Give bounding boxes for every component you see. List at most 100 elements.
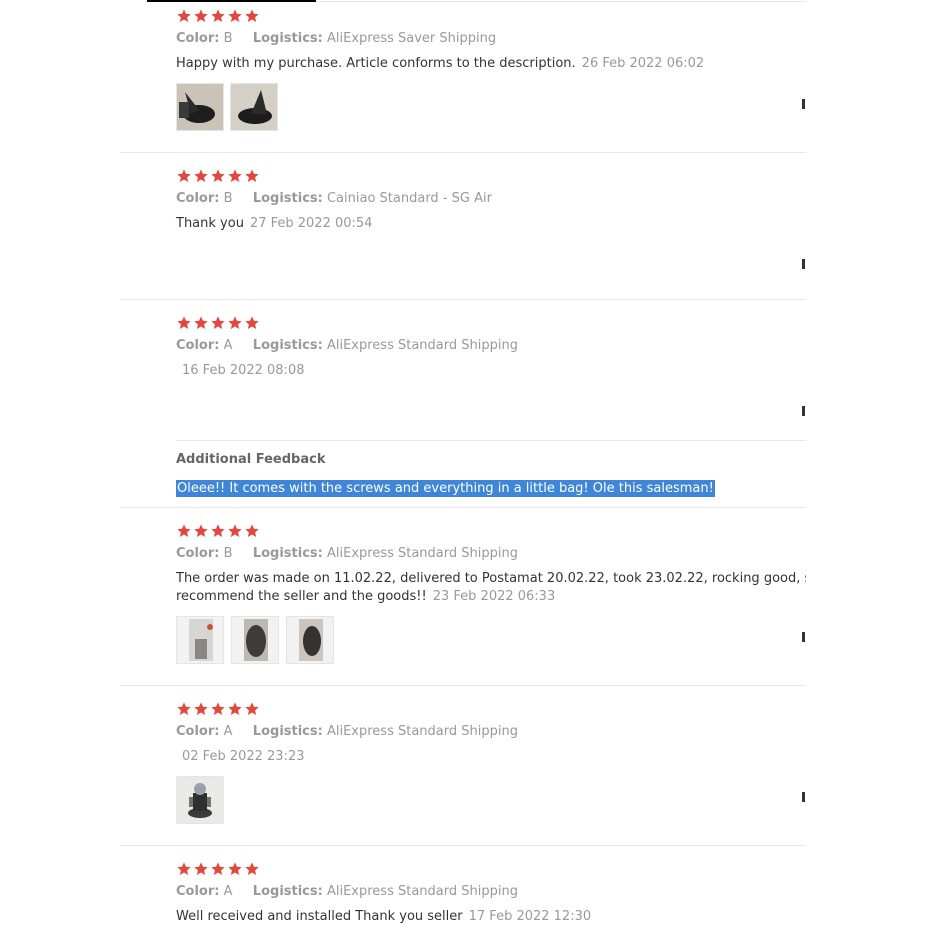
star-icon — [194, 169, 208, 182]
review-item: Color: B Logistics: AliExpress Standard … — [120, 507, 806, 686]
review-date: 17 Feb 2022 12:30 — [468, 909, 592, 924]
color-value: B — [223, 546, 233, 561]
color-value: A — [223, 338, 233, 353]
additional-feedback-title: Additional Feedback — [176, 452, 326, 467]
star-icon — [177, 9, 191, 22]
review-item: Color: A Logistics: AliExpress Standard … — [120, 685, 806, 846]
review-photo[interactable] — [176, 616, 224, 664]
review-photos — [176, 83, 278, 131]
helpful-icon[interactable] — [802, 632, 805, 642]
star-rating — [176, 701, 260, 717]
star-icon — [228, 862, 242, 875]
star-icon — [228, 169, 242, 182]
review-date: 26 Feb 2022 06:02 — [581, 56, 705, 71]
review-text: Happy with my purchase. Article conforms… — [176, 55, 704, 73]
review-date: 16 Feb 2022 08:08 — [182, 363, 305, 378]
star-icon — [211, 862, 225, 875]
star-icon — [211, 9, 225, 22]
color-value: A — [223, 884, 233, 899]
review-photo[interactable] — [176, 776, 224, 824]
color-label: Color: — [176, 546, 220, 561]
logistics-label: Logistics: — [252, 546, 323, 561]
review-meta: Color: A Logistics: AliExpress Standard … — [176, 884, 518, 900]
review-photo[interactable] — [230, 83, 278, 131]
review-text: Thank you 27 Feb 2022 00:54 — [176, 215, 372, 233]
product-photo-icon — [231, 84, 277, 130]
review-item: Color: B Logistics: Cainiao Standard - S… — [120, 152, 806, 300]
product-photo-icon — [232, 617, 278, 663]
star-icon — [194, 316, 208, 329]
star-icon — [245, 862, 259, 875]
star-rating — [176, 523, 260, 539]
star-icon — [177, 169, 191, 182]
review-item: Color: B Logistics: AliExpress Saver Shi… — [120, 0, 806, 153]
color-label: Color: — [176, 191, 220, 206]
color-label: Color: — [176, 884, 220, 899]
review-text: 02 Feb 2022 23:23 — [176, 748, 305, 766]
review-meta: Color: A Logistics: AliExpress Standard … — [176, 724, 518, 740]
product-photo-icon — [177, 84, 223, 130]
star-icon — [245, 169, 259, 182]
review-photo[interactable] — [231, 616, 279, 664]
star-rating — [176, 8, 260, 24]
star-icon — [211, 316, 225, 329]
color-label: Color: — [176, 724, 220, 739]
review-date: 27 Feb 2022 00:54 — [249, 216, 373, 231]
color-value: A — [223, 724, 233, 739]
logistics-value: Cainiao Standard - SG Air — [326, 191, 492, 206]
review-body: recommend the seller and the goods!! — [176, 589, 427, 604]
review-text: Well received and installed Thank you se… — [176, 908, 591, 926]
product-photo-icon — [177, 617, 223, 663]
review-text: The order was made on 11.02.22, delivere… — [176, 570, 806, 606]
star-icon — [228, 316, 242, 329]
review-item: Color: A Logistics: AliExpress Standard … — [120, 845, 806, 926]
logistics-value: AliExpress Standard Shipping — [326, 884, 518, 899]
review-date: 02 Feb 2022 23:23 — [182, 749, 305, 764]
review-body: Thank you — [176, 216, 244, 231]
product-photo-icon — [287, 617, 333, 663]
review-photos — [176, 776, 224, 824]
helpful-icon[interactable] — [802, 259, 805, 269]
review-body: Well received and installed Thank you se… — [176, 909, 463, 924]
helpful-icon[interactable] — [802, 406, 805, 416]
star-icon — [245, 702, 259, 715]
star-icon — [177, 316, 191, 329]
review-photos — [176, 616, 334, 664]
product-photo-icon — [177, 777, 223, 823]
review-date: 23 Feb 2022 06:33 — [432, 589, 556, 604]
review-body: The order was made on 11.02.22, delivere… — [176, 571, 806, 586]
helpful-icon[interactable] — [802, 99, 805, 109]
star-icon — [245, 524, 259, 537]
helpful-icon[interactable] — [802, 792, 805, 802]
logistics-value: AliExpress Standard Shipping — [326, 724, 518, 739]
star-icon — [228, 9, 242, 22]
star-icon — [177, 862, 191, 875]
logistics-value: AliExpress Saver Shipping — [326, 31, 497, 46]
star-icon — [245, 9, 259, 22]
star-icon — [177, 524, 191, 537]
review-meta: Color: B Logistics: AliExpress Saver Shi… — [176, 31, 496, 47]
star-rating — [176, 861, 260, 877]
star-icon — [228, 524, 242, 537]
star-icon — [194, 702, 208, 715]
color-label: Color: — [176, 338, 220, 353]
logistics-label: Logistics: — [252, 191, 323, 206]
star-icon — [211, 702, 225, 715]
color-value: B — [223, 191, 233, 206]
star-rating — [176, 168, 260, 184]
color-label: Color: — [176, 31, 220, 46]
star-icon — [194, 9, 208, 22]
review-body: Happy with my purchase. Article conforms… — [176, 56, 576, 71]
star-icon — [211, 524, 225, 537]
review-meta: Color: B Logistics: Cainiao Standard - S… — [176, 191, 492, 207]
review-item: Color: A Logistics: AliExpress Standard … — [120, 299, 806, 508]
star-icon — [177, 702, 191, 715]
additional-feedback-text: Oleee!! It comes with the screws and eve… — [176, 480, 715, 497]
review-photo[interactable] — [176, 83, 224, 131]
logistics-label: Logistics: — [252, 31, 323, 46]
review-text: 16 Feb 2022 08:08 — [176, 362, 305, 380]
logistics-value: AliExpress Standard Shipping — [326, 546, 518, 561]
star-rating — [176, 315, 260, 331]
color-value: B — [223, 31, 233, 46]
review-photo[interactable] — [286, 616, 334, 664]
